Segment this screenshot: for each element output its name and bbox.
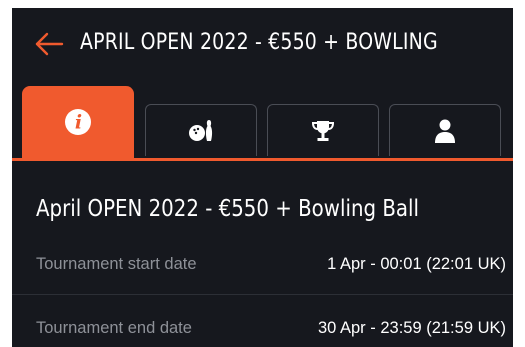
tab-bar: i — [12, 86, 513, 158]
end-date-row: Tournament end date 30 Apr - 23:59 (21:5… — [36, 313, 506, 343]
person-icon — [435, 119, 455, 143]
start-date-label: Tournament start date — [36, 254, 197, 273]
back-arrow-icon[interactable] — [34, 32, 64, 56]
app-screen: APRIL OPEN 2022 - €550 + BOWLING B... i — [12, 8, 513, 347]
event-title: April OPEN 2022 - €550 + Bowling Ball — [36, 196, 420, 222]
trophy-icon — [311, 120, 335, 141]
tab-bowling[interactable] — [145, 104, 257, 156]
end-date-label: Tournament end date — [36, 318, 192, 337]
tab-player[interactable] — [389, 104, 501, 156]
page-title: APRIL OPEN 2022 - €550 + BOWLING B... — [80, 30, 442, 55]
info-icon: i — [65, 109, 91, 135]
svg-text:i: i — [75, 112, 82, 134]
start-date-value: 1 Apr - 00:01 (22:01 UK) — [327, 254, 506, 273]
tab-indicator-line — [12, 158, 513, 161]
start-date-row: Tournament start date 1 Apr - 00:01 (22:… — [36, 249, 506, 279]
bowling-icon — [189, 119, 213, 141]
end-date-value: 30 Apr - 23:59 (21:59 UK) — [317, 318, 506, 337]
row-divider — [12, 294, 513, 295]
tab-trophy[interactable] — [267, 104, 379, 156]
tab-info[interactable]: i — [22, 86, 134, 158]
header-bar: APRIL OPEN 2022 - €550 + BOWLING B... — [12, 8, 513, 80]
